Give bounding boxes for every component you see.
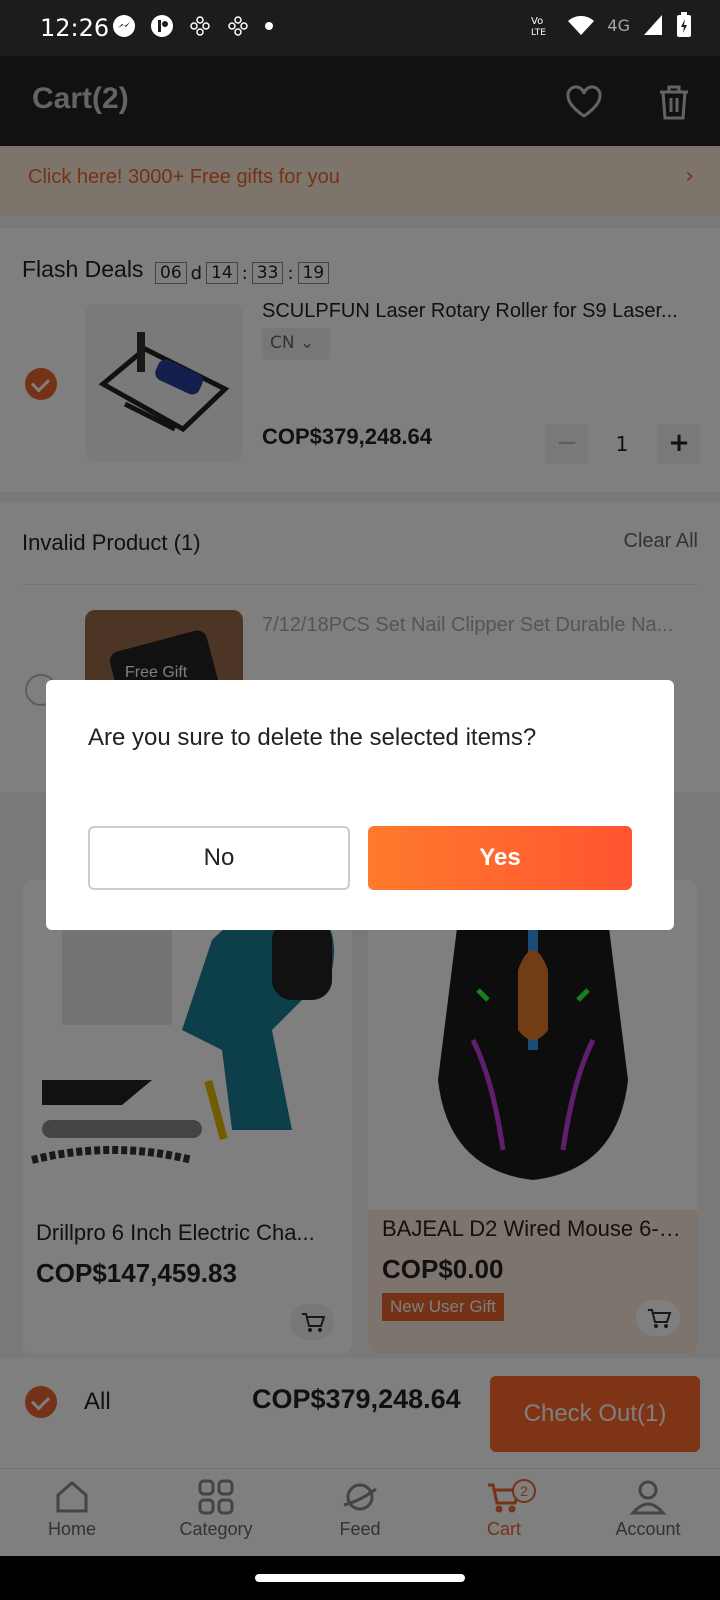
svg-text:LTE: LTE (531, 28, 546, 37)
signal-icon (644, 15, 662, 35)
delete-confirmation-dialog: Are you sure to delete the selected item… (46, 680, 674, 930)
wifi-icon (568, 15, 595, 35)
messenger-icon (113, 15, 135, 37)
status-bar: 12:26 Vo LTE 4G (0, 0, 720, 56)
battery-icon (677, 12, 691, 37)
dialog-message: Are you sure to delete the selected item… (88, 724, 537, 751)
system-navigation-bar (0, 1556, 720, 1600)
status-right: Vo LTE 4G (529, 12, 692, 38)
more-dot-icon (265, 22, 273, 30)
notification-icons (112, 14, 274, 38)
app-notification-icon (151, 15, 173, 37)
game-icon (228, 16, 248, 36)
yes-button[interactable]: Yes (368, 826, 632, 890)
volte-icon: VoLTE (531, 16, 546, 37)
no-button[interactable]: No (88, 826, 350, 890)
game-icon (190, 16, 210, 36)
network-type: 4G (607, 15, 630, 35)
status-time: 12:26 (40, 14, 110, 42)
home-indicator[interactable] (255, 1574, 465, 1582)
svg-text:Vo: Vo (531, 16, 543, 27)
